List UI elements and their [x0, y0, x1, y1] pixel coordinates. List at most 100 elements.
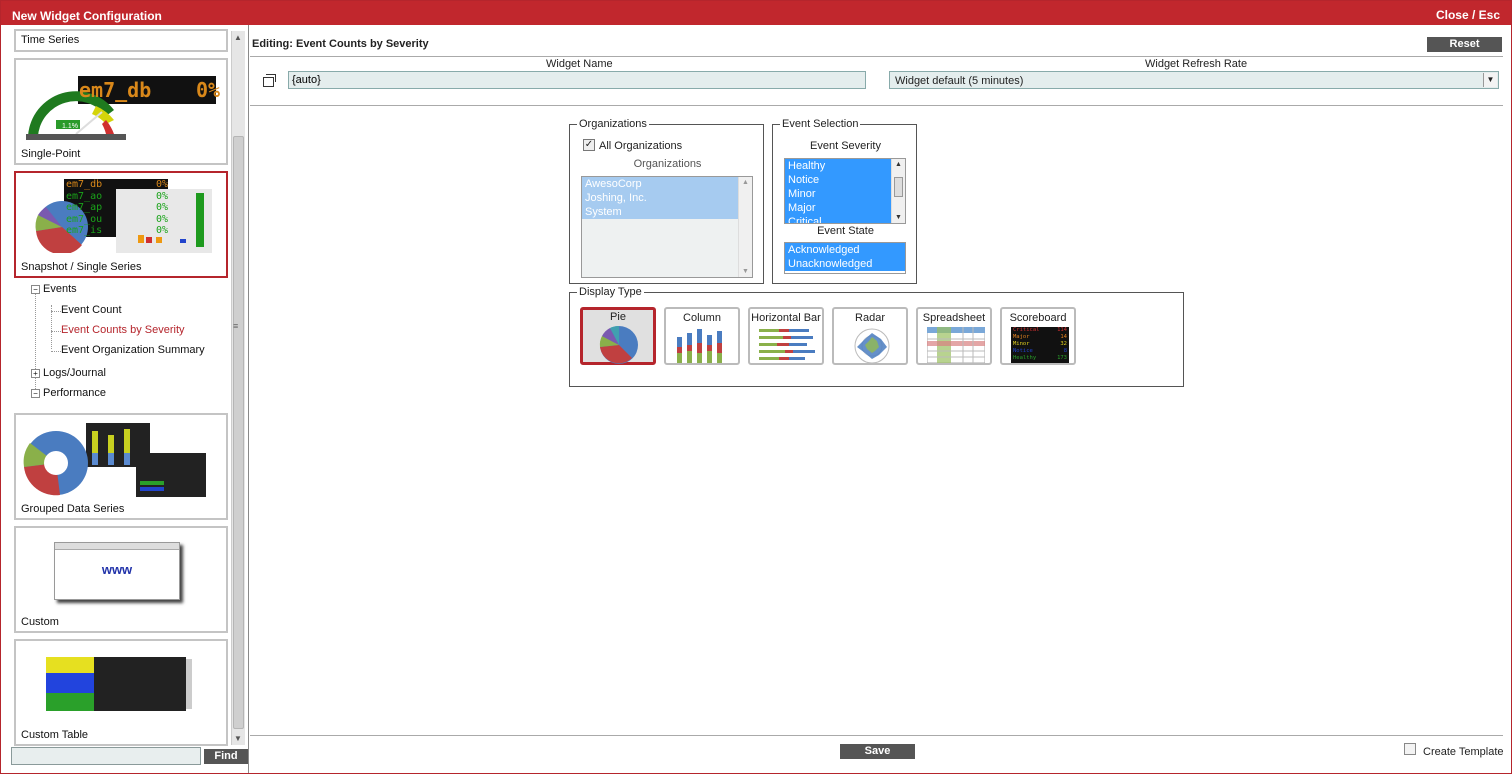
list-item[interactable]: Healthy [785, 159, 891, 173]
option-label: Horizontal Bar [751, 312, 821, 324]
organizations-group: Organizations ✓ All Organizations Organi… [569, 118, 764, 284]
pie-icon [599, 325, 638, 364]
editing-title: Editing: Event Counts by Severity [252, 38, 429, 50]
card-label: Snapshot / Single Series [21, 261, 142, 273]
card-label: Time Series [21, 34, 80, 46]
tree-node-event-count[interactable]: Event Count [61, 304, 122, 316]
card-single-point[interactable]: em7_db 0% 1.1% Single-Point [14, 58, 228, 165]
option-label: Column [683, 312, 721, 324]
event-state-label: Event State [817, 225, 874, 237]
card-custom-table[interactable]: Custom Table [14, 639, 228, 746]
readout-row: em7_is 0% [66, 225, 168, 236]
card-time-series[interactable]: Time Series [14, 29, 228, 52]
scoreboard-row: Major 14 [1013, 334, 1067, 340]
scoreboard-row: Critical 114 [1013, 327, 1067, 333]
scoreboard-row: Notice 8 [1013, 348, 1067, 354]
display-type-pie[interactable]: Pie [580, 307, 656, 365]
list-item[interactable]: Minor [785, 187, 891, 201]
organizations-scrollbar[interactable]: ▲ ▼ [738, 177, 752, 277]
readout-row: em7_ap 0% [66, 202, 168, 213]
tree-node-event-organization-summary[interactable]: Event Organization Summary [61, 344, 205, 356]
refresh-rate-label: Widget Refresh Rate [1145, 58, 1248, 70]
event-state-list[interactable]: Acknowledged Unacknowledged [784, 242, 906, 274]
radar-icon [854, 328, 890, 363]
organizations-legend: Organizations [579, 118, 647, 130]
collapse-icon[interactable]: − [31, 284, 40, 294]
close-button[interactable]: Close / Esc [1436, 8, 1500, 22]
list-item[interactable]: AwesoCorp [582, 177, 738, 191]
grouped-thumbnail [23, 423, 206, 497]
option-label: Spreadsheet [922, 312, 986, 324]
display-type-horizontal-bar[interactable]: Horizontal Bar [748, 307, 824, 365]
snapshot-readout-list: em7_db 0% em7_ao 0% em7_ap 0% em7_ou 0% em7_… [66, 179, 168, 237]
scroll-down-icon[interactable]: ▼ [234, 734, 242, 743]
severity-scrollbar[interactable]: ▲ ▼ [891, 159, 905, 223]
widget-name-input[interactable] [288, 71, 866, 89]
scrollbar-thumb[interactable] [233, 136, 244, 729]
list-item[interactable]: Critical [785, 215, 891, 223]
list-item[interactable]: Major [785, 201, 891, 215]
left-scrollbar[interactable]: ▲ ≡ ▼ [231, 31, 245, 745]
all-organizations-label: All Organizations [599, 140, 683, 152]
event-selection-group: Event Selection Event Severity Healthy N… [772, 118, 917, 284]
event-severity-list[interactable]: Healthy Notice Minor Major Critical ▲ ▼ [784, 158, 906, 224]
column-chart-icon [677, 329, 722, 363]
card-snapshot-single-series[interactable]: em7_db 0% em7_ao 0% em7_ap 0% em7_ou 0% em7_… [14, 171, 228, 278]
title-bar: New Widget Configuration Close / Esc [1, 1, 1511, 25]
event-severity-label: Event Severity [810, 140, 881, 152]
save-button[interactable]: Save [840, 744, 915, 759]
organizations-list[interactable]: AwesoCorp Joshing, Inc. System ▲ ▼ [581, 176, 753, 278]
display-type-column[interactable]: Column [664, 307, 740, 365]
event-selection-legend: Event Selection [782, 118, 859, 130]
list-item[interactable]: Unacknowledged [785, 257, 905, 271]
card-label: Grouped Data Series [21, 503, 125, 515]
grip-icon: ≡ [233, 321, 239, 331]
display-type-radar[interactable]: Radar [832, 307, 908, 365]
display-type-group: Display Type Pie Column Horizontal Bar R… [569, 286, 1184, 387]
custom-table-thumbnail [46, 657, 192, 711]
list-item[interactable]: System [582, 205, 738, 219]
find-button[interactable]: Find [204, 749, 248, 764]
tree-node-logs-journal[interactable]: + Logs/Journal [31, 367, 106, 379]
card-label: Single-Point [21, 148, 81, 160]
list-item[interactable]: Acknowledged [785, 243, 905, 257]
list-item[interactable]: Joshing, Inc. [582, 191, 738, 205]
scroll-up-icon[interactable]: ▲ [234, 33, 242, 42]
readout-value: 0% [196, 78, 221, 102]
scoreboard-preview: Critical 114 Major 14 Minor 32 Notice 8 Heal… [1011, 327, 1069, 363]
card-custom[interactable]: www Custom [14, 526, 228, 633]
option-label: Pie [610, 311, 626, 323]
restore-window-icon[interactable] [263, 74, 276, 87]
all-organizations-checkbox[interactable]: ✓ [583, 139, 595, 151]
option-label: Scoreboard [1009, 312, 1067, 324]
readout-row: em7_ou 0% [66, 213, 168, 225]
scoreboard-row: Minor 32 [1013, 341, 1067, 347]
create-template-checkbox[interactable] [1404, 743, 1416, 755]
display-type-spreadsheet[interactable]: Spreadsheet [916, 307, 992, 365]
card-grouped-data-series[interactable]: Grouped Data Series [14, 413, 228, 520]
widget-config-window: New Widget Configuration Close / Esc Tim… [0, 0, 1512, 774]
find-input[interactable] [11, 747, 201, 765]
gauge-value: 1.1% [62, 123, 78, 130]
readout-row: em7_ao 0% [66, 190, 168, 202]
refresh-rate-value: Widget default (5 minutes) [895, 75, 1024, 87]
widget-type-panel: Time Series em7_db 0% 1.1% Single-Point [1, 25, 249, 773]
editor-panel: Editing: Event Counts by Severity Reset … [250, 25, 1511, 773]
reset-button[interactable]: Reset [1427, 37, 1502, 52]
display-type-legend: Display Type [579, 286, 642, 298]
card-label: Custom Table [21, 729, 89, 741]
display-type-scoreboard[interactable]: Scoreboard Critical 114 Major 14 Minor 32 N… [1000, 307, 1076, 365]
refresh-rate-select[interactable]: Widget default (5 minutes) ▼ [889, 71, 1499, 89]
footer-divider [250, 735, 1503, 736]
horizontal-bar-icon [759, 329, 815, 360]
tree-node-performance[interactable]: − Performance [31, 387, 106, 399]
create-template-label: Create Template [1423, 746, 1504, 758]
readout-row: em7_db 0% [66, 179, 168, 190]
expand-icon[interactable]: + [31, 368, 40, 378]
tree-node-event-counts-by-severity[interactable]: Event Counts by Severity [61, 324, 185, 336]
chevron-down-icon[interactable]: ▼ [1483, 73, 1497, 87]
tree-node-events[interactable]: − Events [31, 283, 77, 295]
www-text: www [101, 562, 133, 577]
collapse-icon[interactable]: − [31, 388, 40, 398]
list-item[interactable]: Notice [785, 173, 891, 187]
